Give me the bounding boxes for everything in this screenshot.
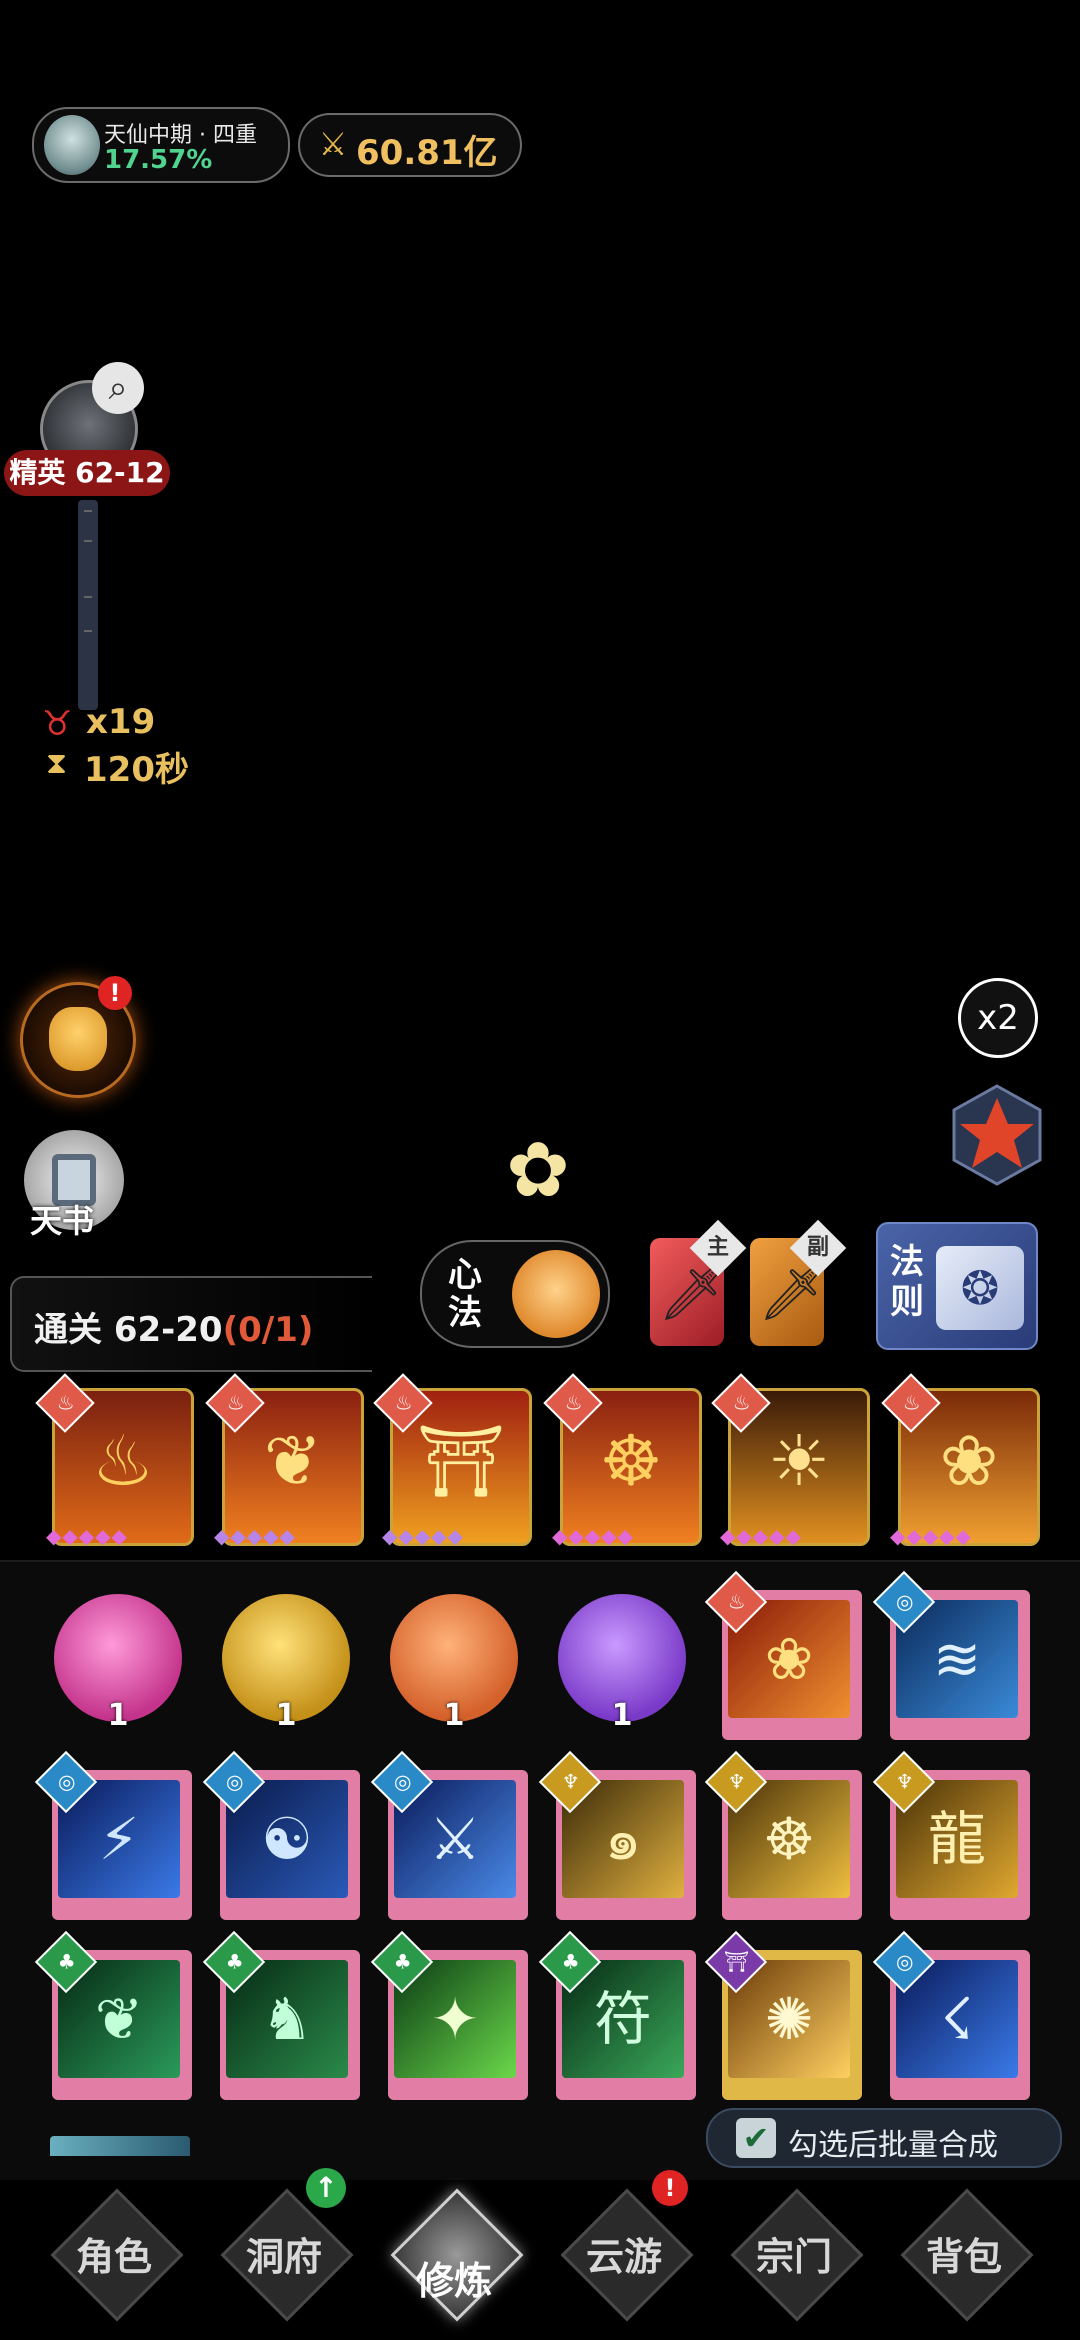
nav-yunyou[interactable]: 云游 [560, 2188, 694, 2322]
upgrade-arrow-icon: ↑ [306, 2168, 346, 2208]
alert-badge: ! [98, 976, 132, 1010]
realm-status[interactable]: 天仙中期 · 四重 17.57% [32, 107, 290, 183]
search-icon[interactable]: ⌕ [92, 362, 144, 414]
realm-progress: 17.57% [104, 145, 213, 175]
stage-clear-panel: 通关 62-20(0/1) [10, 1276, 372, 1372]
skill-book-wood-sprout[interactable]: ✦ ♣ [370, 1930, 528, 2100]
avatar [44, 115, 100, 175]
enemy-count: x19 [86, 702, 156, 742]
stage-progress-track [78, 500, 98, 710]
star-rating: ◆◆◆◆◆ [382, 1524, 464, 1548]
skill-book-gold-dragon[interactable]: 龍 ♆ [872, 1750, 1030, 1920]
rune-card-icon: ❂ [936, 1246, 1024, 1330]
blade-icon: 🗡 [758, 1260, 830, 1325]
lotus-icon: ✿ [506, 1125, 570, 1214]
hexagram-icon [952, 1084, 1042, 1186]
stage-timer: 120秒 [84, 750, 189, 790]
star-rating: ◆◆◆◆◆ [890, 1524, 972, 1548]
hourglass-icon: ⧗ [46, 746, 68, 781]
nav-dongfu-label: 洞府 [245, 2235, 322, 2279]
nav-beibao-label: 背包 [925, 2235, 1002, 2279]
skill-book-light-ray[interactable]: ✺ ⛩ [704, 1930, 862, 2100]
nav-role-label: 角色 [75, 2235, 152, 2279]
combat-power[interactable]: ⚔ 60.81亿 [298, 113, 522, 177]
orb-count: 1 [275, 1698, 297, 1733]
star-rating: ◆◆◆◆◆ [214, 1524, 296, 1548]
xinfa-button[interactable]: 心法 [420, 1240, 610, 1348]
nav-xiulian[interactable]: 修炼 [390, 2188, 524, 2322]
nav-xiulian-label: 修炼 [415, 2259, 492, 2303]
clear-progress: (0/1) [222, 1310, 314, 1350]
sword-icon: 🗡 [658, 1260, 730, 1325]
star-rating: ◆◆◆◆◆ [720, 1524, 802, 1548]
skill-book-wood-vine[interactable]: ❦ ♣ [34, 1930, 192, 2100]
nav-yunyou-label: 云游 [585, 2235, 662, 2279]
xinfa-label: 心法 [448, 1255, 482, 1333]
skill-book-partial[interactable] [50, 2136, 190, 2156]
orb-count: 1 [611, 1698, 633, 1733]
swords-icon: ⚔ [318, 125, 348, 163]
checkbox-icon[interactable]: ✔ [736, 2118, 776, 2158]
star-rating: ◆◆◆◆◆ [552, 1524, 634, 1548]
batch-merge-toggle[interactable]: ✔ 勾选后批量合成 [706, 2108, 1062, 2168]
orb-count: 1 [107, 1698, 129, 1733]
meditation-icon [512, 1250, 600, 1338]
skill-book-wood-beast[interactable]: ♞ ♣ [202, 1930, 360, 2100]
skill-book-storm[interactable]: ☇ ◎ [872, 1930, 1030, 2100]
skill-book-water[interactable]: ≋ ◎ [872, 1570, 1030, 1740]
skill-book-taiji[interactable]: ☯ ◎ [202, 1750, 360, 1920]
fazhe-button[interactable]: 法则 ❂ [876, 1222, 1038, 1350]
nav-role[interactable]: 角色 [50, 2188, 184, 2322]
speed-toggle-button[interactable]: x2 [958, 978, 1038, 1058]
skill-book-sword-rain[interactable]: ⚔ ◎ [370, 1750, 528, 1920]
nav-dongfu[interactable]: 洞府 [220, 2188, 354, 2322]
nav-zongmen[interactable]: 宗门 [730, 2188, 864, 2322]
tianshu-label: 天书 [30, 1202, 95, 1240]
skill-book-lightning[interactable]: ⚡ ◎ [34, 1750, 192, 1920]
batch-merge-label: 勾选后批量合成 [788, 2128, 998, 2163]
formation-button[interactable] [944, 1082, 1050, 1188]
skill-book-wood-talisman[interactable]: 符 ♣ [538, 1930, 696, 2100]
combat-power-value: 60.81亿 [356, 133, 498, 173]
fazhe-label: 法则 [890, 1242, 924, 1322]
sub-tag: 副 [789, 1219, 847, 1277]
star-rating: ◆◆◆◆◆ [46, 1524, 128, 1548]
main-weapon-slot[interactable]: 🗡 主 [650, 1219, 747, 1346]
skill-book-gold-wheel[interactable]: ☸ ♆ [704, 1750, 862, 1920]
orb-count: 1 [443, 1698, 465, 1733]
stage-label: 精英 62-12 [4, 450, 170, 496]
clear-label: 通关 62-20 [34, 1310, 223, 1350]
sub-weapon-slot[interactable]: 🗡 副 [750, 1219, 847, 1346]
nav-zongmen-label: 宗门 [755, 2235, 832, 2279]
demon-icon: ♉ [42, 704, 73, 744]
alert-badge: ! [652, 2170, 688, 2206]
skill-book-fire-lotus[interactable]: ❀ ♨ [704, 1570, 862, 1740]
nav-beibao[interactable]: 背包 [900, 2188, 1034, 2322]
main-tag: 主 [689, 1219, 747, 1277]
bag-icon [49, 1007, 107, 1071]
skill-book-gold-whirl[interactable]: ๑ ♆ [538, 1750, 696, 1920]
